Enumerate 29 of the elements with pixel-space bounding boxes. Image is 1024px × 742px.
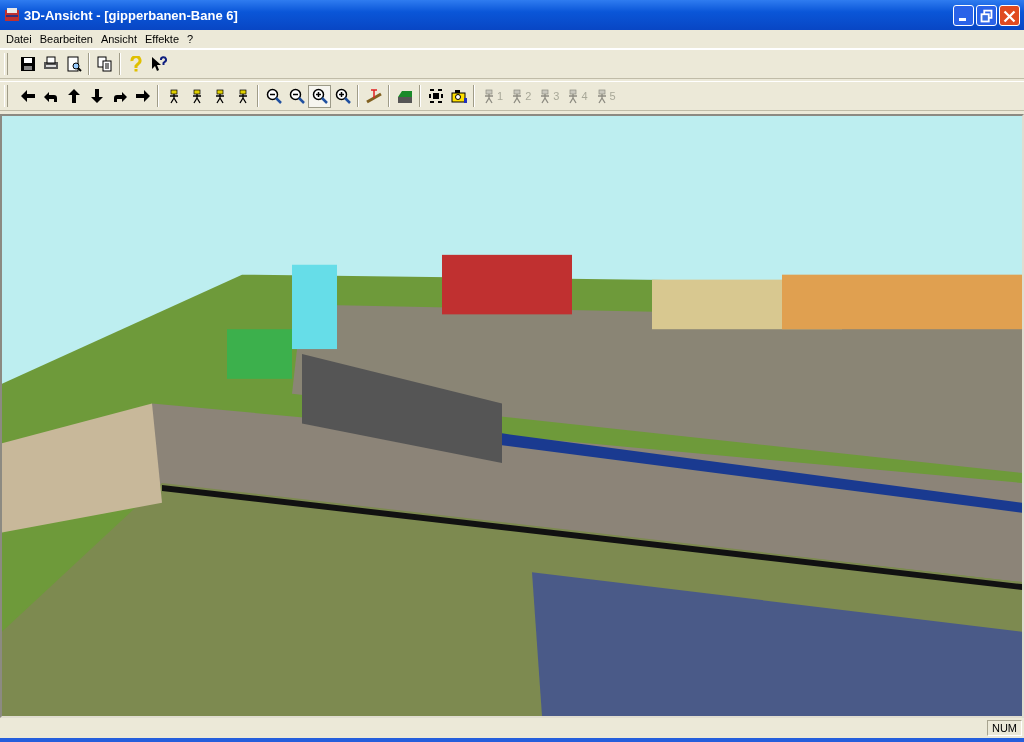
printer-icon (42, 56, 59, 72)
arrow-right-icon (134, 88, 151, 104)
window-title: 3D-Ansicht - [gipperbanen-Bane 6] (24, 7, 239, 23)
copy-icon (96, 56, 113, 72)
camera-icon (450, 88, 467, 104)
menu-item[interactable]: Bearbeiten (35, 33, 97, 45)
zoom-out-icon (288, 88, 305, 104)
help-icon (127, 56, 144, 72)
context-help-icon (150, 56, 167, 72)
menu-item[interactable]: Datei (2, 33, 36, 45)
ruler-icon (365, 88, 382, 104)
restore-button[interactable] (976, 4, 997, 26)
zoom-in-icon (311, 88, 328, 104)
minimize-icon (959, 17, 966, 21)
minimize-button[interactable] (953, 4, 974, 26)
arrow-left-icon (19, 88, 36, 104)
close-button[interactable] (999, 4, 1020, 26)
app-icon (4, 7, 20, 23)
fit-view-icon (427, 88, 444, 104)
toolbar-button[interactable] (308, 84, 331, 108)
menu-item[interactable]: Effekte (141, 33, 184, 45)
preview-icon (65, 56, 82, 72)
zoom-out-icon (265, 88, 282, 104)
save-icon (19, 56, 36, 72)
menu-item[interactable]: ? (183, 33, 198, 45)
terrain-icon (396, 88, 413, 104)
status-indicator: NUM (986, 720, 1022, 736)
zoom-in-icon (334, 88, 351, 104)
menu-item[interactable]: Ansicht (96, 33, 141, 45)
